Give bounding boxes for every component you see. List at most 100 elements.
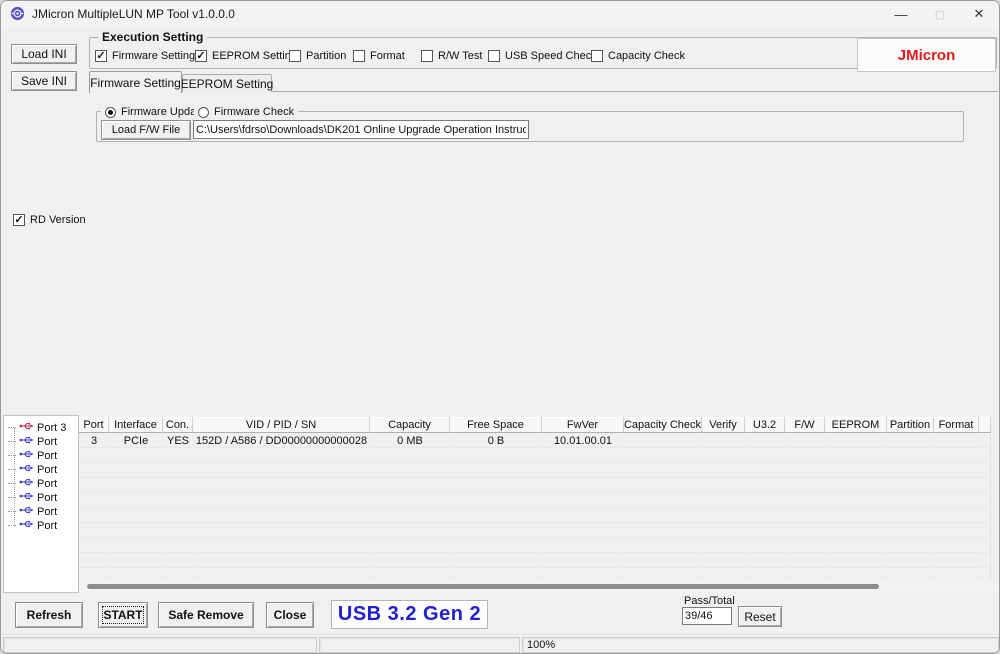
pass-total-input[interactable] [682,607,732,625]
cell-capacity: 0 MB [370,433,450,448]
cell-port: 3 [79,433,109,448]
reset-button[interactable]: Reset [738,606,782,627]
cell-u32 [745,433,785,448]
horizontal-scrollbar[interactable] [79,581,999,592]
start-button[interactable]: START [98,602,148,628]
status-segment-2 [319,637,520,653]
checkbox-box[interactable] [488,50,500,62]
tree-item-port[interactable]: Port [8,491,57,504]
cell-verify [702,433,745,448]
checkbox-box[interactable] [353,50,365,62]
cell-eeprom [825,433,887,448]
execution-setting-title: Execution Setting [98,30,207,44]
maximize-button: ▢ [919,1,961,27]
tree-item-port[interactable]: Port [8,435,57,448]
col-header[interactable]: Partition [887,417,934,433]
jmicron-logo: JMicron [857,38,996,72]
col-header[interactable]: Verify [702,417,745,433]
capacity-check-checkbox[interactable]: Capacity Check [591,49,685,63]
col-header[interactable]: Port [79,417,109,433]
tree-item-label: Port [37,520,57,532]
radio-dot[interactable] [105,107,116,118]
format-checkbox[interactable]: Format [353,49,405,63]
col-header[interactable]: Format [934,417,979,433]
start-label: START [103,608,142,622]
firmware-setting-checkbox[interactable]: ✓ Firmware Setting [95,49,195,63]
eeprom-setting-checkbox[interactable]: ✓ EEPROM Setting [195,49,297,63]
refresh-button[interactable]: Refresh [15,602,83,628]
col-header[interactable]: U3.2 [745,417,785,433]
device-table: Port Interface Con. VID / PID / SN Capac… [79,417,991,580]
usb-icon [19,505,34,518]
col-header[interactable]: VID / PID / SN [193,417,370,433]
usb-icon [19,491,34,504]
rw-test-checkbox[interactable]: R/W Test [421,49,482,63]
tree-item-port[interactable]: Port [8,519,57,532]
tree-item-port[interactable]: Port [8,505,57,518]
checkbox-label: Capacity Check [608,50,685,62]
tree-item-label: Port 3 [37,422,66,434]
checkbox-box[interactable]: ✓ [13,214,25,226]
checkbox-box[interactable]: ✓ [195,50,207,62]
cell-free-space: 0 B [450,433,542,448]
col-header[interactable]: Capacity [370,417,450,433]
col-header[interactable]: F/W [785,417,825,433]
checkbox-box[interactable] [591,50,603,62]
load-ini-button[interactable]: Load INI [11,44,77,64]
safe-remove-button[interactable]: Safe Remove [158,602,254,628]
tab-firmware-setting[interactable]: Firmware Setting [89,71,182,93]
usb-icon [19,435,34,448]
col-header[interactable]: Interface [109,417,163,433]
status-segment-1 [3,637,317,653]
partition-checkbox[interactable]: Partition [289,49,346,63]
scrollbar-thumb[interactable] [87,584,879,589]
col-header[interactable]: Free Space [450,417,542,433]
checkbox-box[interactable]: ✓ [95,50,107,62]
usb-speed-check-checkbox[interactable]: USB Speed Check [488,49,597,63]
table-gridlines [79,433,990,580]
tree-item-port3[interactable]: Port 3 [8,421,66,434]
col-header[interactable]: Capacity Check [624,417,702,433]
firmware-check-radio[interactable]: Firmware Check [194,105,298,119]
checkbox-box[interactable] [421,50,433,62]
table-row[interactable]: 3 PCIe YES 152D / A586 / DD0000000000002… [79,433,990,448]
tree-item-label: Port [37,478,57,490]
load-fw-file-button[interactable]: Load F/W File [101,120,191,140]
device-table-body: 3 PCIe YES 152D / A586 / DD0000000000002… [79,433,991,580]
radio-label: Firmware Check [214,106,294,118]
checkbox-label: Partition [306,50,346,62]
rd-version-checkbox[interactable]: ✓ RD Version [13,213,86,227]
tree-item-port[interactable]: Port [8,449,57,462]
cell-partition [887,433,934,448]
tree-item-label: Port [37,464,57,476]
usb-icon [19,477,34,490]
tree-item-label: Port [37,436,57,448]
status-segment-zoom: 100% [522,637,999,653]
fw-path-input[interactable] [193,120,529,139]
device-table-header: Port Interface Con. VID / PID / SN Capac… [79,417,991,433]
app-icon [10,6,25,21]
tree-item-port[interactable]: Port [8,463,57,476]
checkbox-box[interactable] [289,50,301,62]
tree-item-label: Port [37,506,57,518]
col-header[interactable]: Con. [163,417,193,433]
close-window-button[interactable]: ✕ [958,1,1000,27]
close-button[interactable]: Close [266,602,314,628]
window-title: JMicron MultipleLUN MP Tool v1.0.0.0 [32,7,235,21]
col-header[interactable]: EEPROM [825,417,887,433]
cell-con: YES [163,433,193,448]
col-header-filler [979,417,991,433]
minimize-button[interactable]: — [880,1,922,27]
cell-fwver: 10.01.00.01 [542,433,624,448]
usb-icon [19,519,34,532]
tree-item-label: Port [37,450,57,462]
checkbox-label: EEPROM Setting [212,50,297,62]
col-header[interactable]: FwVer [542,417,624,433]
checkbox-label: R/W Test [438,50,482,62]
tree-item-port[interactable]: Port [8,477,57,490]
usb-icon [19,421,34,434]
usb-speed-badge: USB 3.2 Gen 2 [331,600,488,629]
save-ini-button[interactable]: Save INI [11,71,77,91]
radio-dot[interactable] [198,107,209,118]
tab-eeprom-setting[interactable]: EEPROM Setting [182,74,272,92]
